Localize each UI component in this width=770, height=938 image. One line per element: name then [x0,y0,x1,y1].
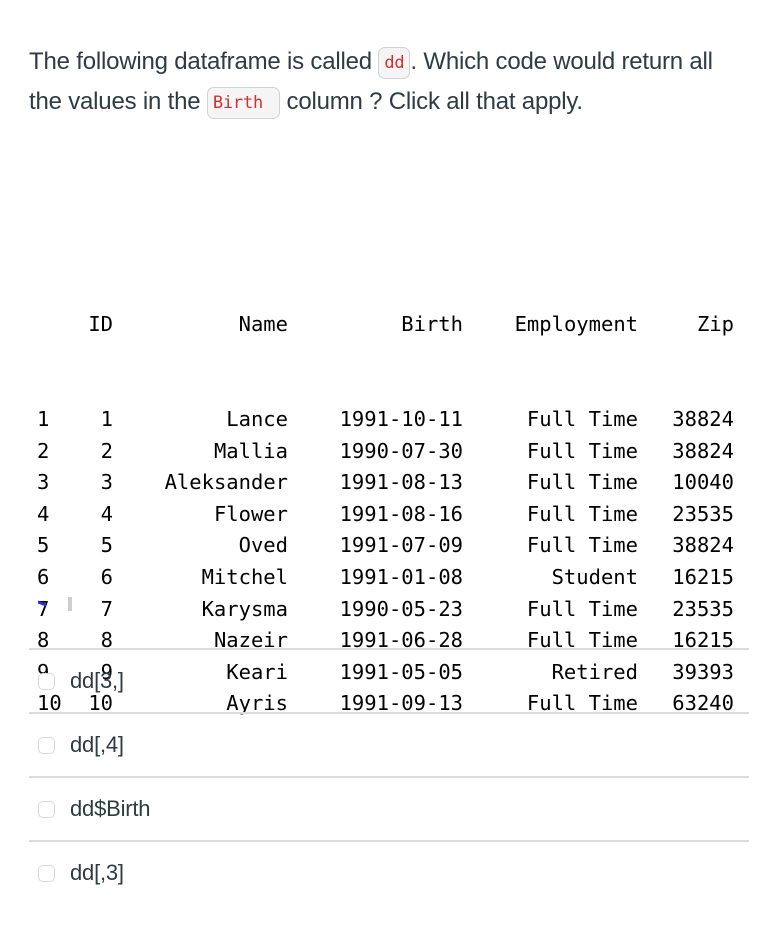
cell-name: Aleksander [164,470,288,495]
option-dd-birth[interactable]: dd$Birth [29,776,749,840]
row-index: 6 [37,564,50,589]
checkbox-icon[interactable] [38,672,55,690]
row-index: 7 [37,596,50,621]
row-index: 4 [37,501,50,526]
answer-options: dd[3,] dd[,4] dd$Birth dd[,3] [29,648,749,904]
cell-name: Karysma [201,596,288,621]
row-index: 2 [37,438,50,463]
cell-employment: Full Time [526,533,638,558]
cell-zip: 38824 [672,438,734,463]
option-dd-row3[interactable]: dd[3,] [29,648,749,712]
code-birth: Birth [206,87,281,119]
cell-id: 1 [100,406,113,431]
cell-employment: Full Time [526,596,638,621]
row-index: 3 [37,470,50,495]
cell-zip: 16215 [672,564,734,589]
cell-id: 6 [100,564,113,589]
row-index: 1 [37,406,50,431]
dataframe-row: 5 5 Oved 1991-07-09 Full Time 38824 [37,530,734,562]
option-label: dd[,3] [70,860,124,885]
cell-employment: Full Time [526,438,638,463]
dataframe-row: 4 4 Flower 1991-08-16 Full Time 23535 [37,499,734,531]
cell-name: Lance [226,406,288,431]
code-dd: dd [378,47,411,79]
cell-employment: Full Time [526,501,638,526]
option-label: dd[3,] [70,668,124,693]
cell-id: 3 [100,470,113,495]
cell-birth: 1990-07-30 [339,438,463,463]
header-id: ID [88,312,113,337]
option-label: dd$Birth [70,796,151,821]
cell-birth: 1991-10-11 [339,406,463,431]
dataframe-row: 2 2 Mallia 1990-07-30 Full Time 38824 [37,436,734,468]
dataframe-row: 6 6 Mitchel 1991-01-08 Student 16215 [37,562,734,594]
cell-zip: 23535 [672,501,734,526]
option-dd-col4[interactable]: dd[,4] [29,712,749,776]
option-label: dd[,4] [70,732,124,757]
cell-birth: 1991-01-08 [339,564,463,589]
cell-zip: 23535 [672,596,734,621]
cell-employment: Full Time [526,406,638,431]
dataframe-row: 1 1 Lance 1991-10-11 Full Time 38824 [37,404,734,436]
cell-birth: 1990-05-23 [339,596,463,621]
cell-birth: 1991-08-13 [339,470,463,495]
dataframe-header-row: ID Name Birth Employment Zip [37,309,734,341]
cell-employment: Full Time [526,470,638,495]
cell-birth: 1991-08-16 [339,501,463,526]
header-name: Name [238,312,288,337]
header-birth: Birth [401,312,463,337]
checkbox-icon[interactable] [38,800,55,818]
cell-id: 5 [100,533,113,558]
text-cursor [68,597,72,611]
cell-zip: 38824 [672,406,734,431]
question-text: The following dataframe is called dd. Wh… [29,42,749,122]
cell-name: Flower [213,501,288,526]
cell-birth: 1991-07-09 [339,533,463,558]
checkbox-icon[interactable] [38,736,55,754]
row-index: 5 [37,533,50,558]
question-text-part1: The following dataframe is called [29,48,379,75]
question-text-part3: column ? Click all that apply. [280,88,584,115]
header-zip: Zip [696,312,734,337]
cell-id: 4 [100,501,113,526]
cell-zip: 10040 [672,470,734,495]
option-dd-col3[interactable]: dd[,3] [29,840,749,904]
dataframe-row: 3 3 Aleksander 1991-08-13 Full Time 10040 [37,467,734,499]
cell-name: Mitchel [201,564,288,589]
cell-id: 2 [100,438,113,463]
cell-zip: 38824 [672,533,734,558]
cell-id: 7 [100,596,113,621]
checkbox-icon[interactable] [38,864,55,882]
cell-employment: Student [551,564,638,589]
cell-name: Mallia [213,438,288,463]
cell-name: Oved [238,533,288,558]
header-employment: Employment [514,312,638,337]
dataframe-row: 7 7 Karysma 1990-05-23 Full Time 23535 [37,594,734,626]
